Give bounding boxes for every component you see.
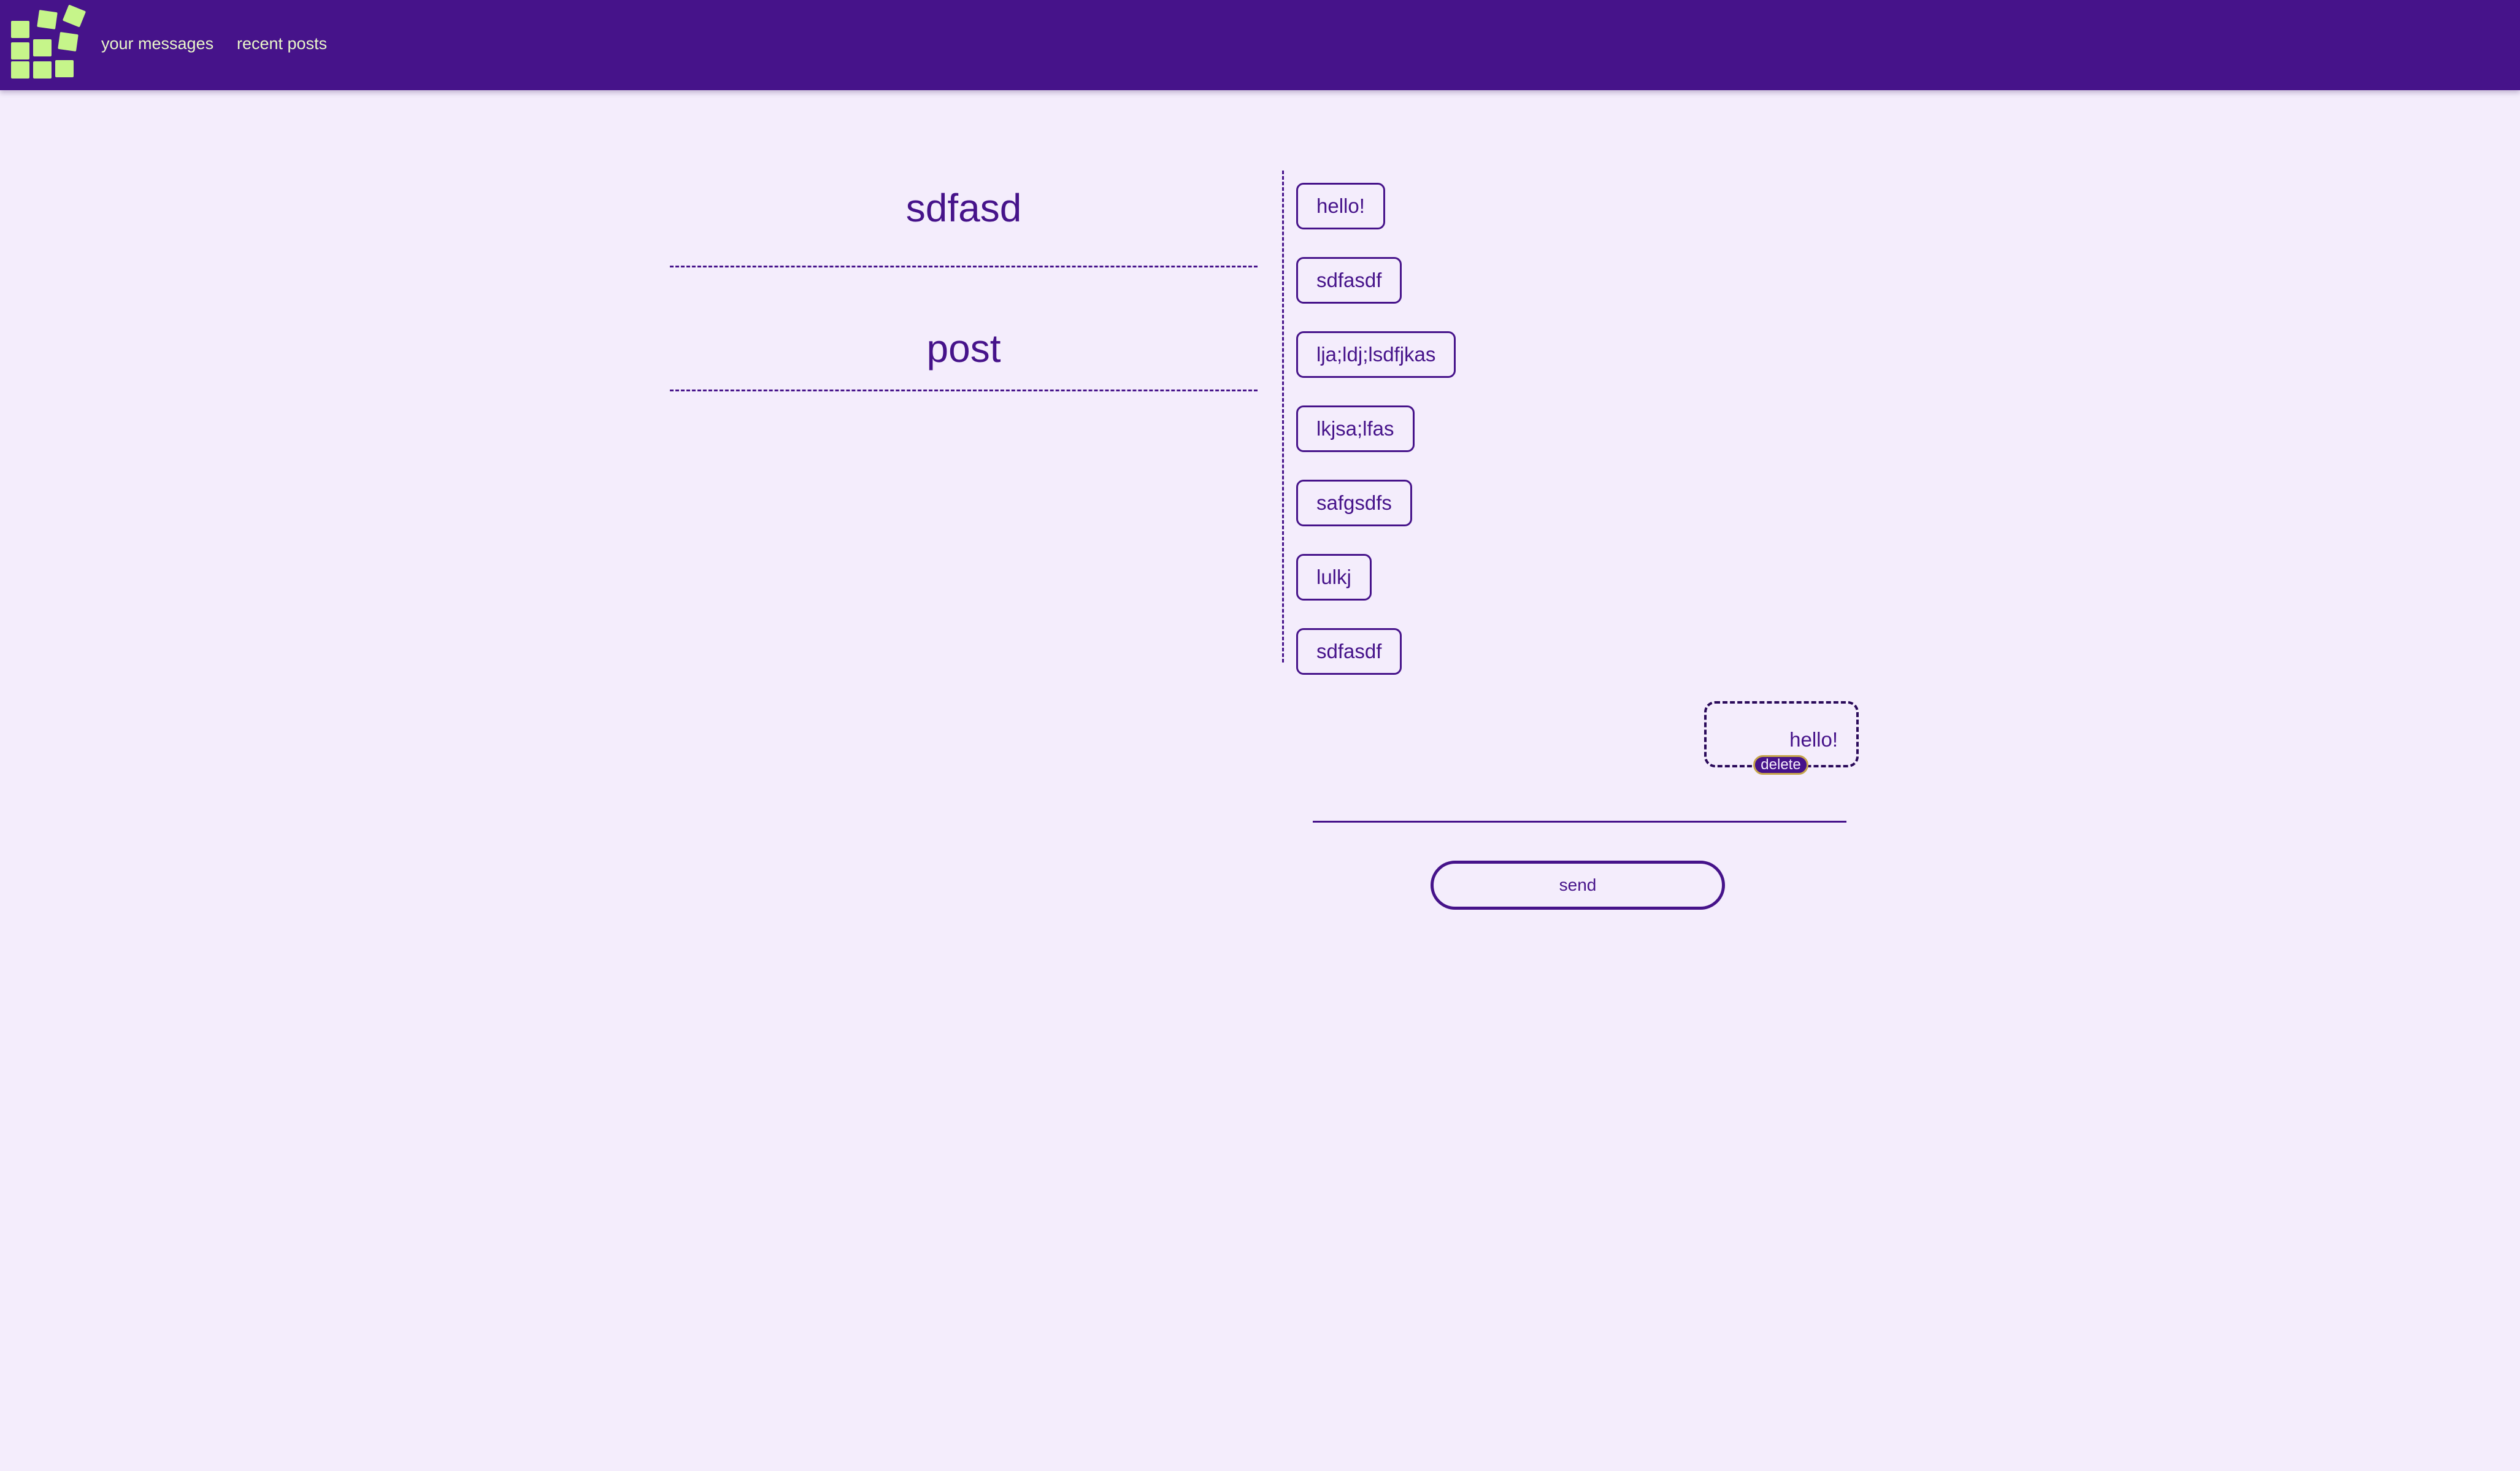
message-list: hello! sdfasdf lja;ldj;lsdfjkas lkjsa;lf… (1296, 183, 1456, 702)
delete-button[interactable]: delete (1753, 755, 1808, 775)
send-button[interactable]: send (1431, 861, 1725, 910)
message-bubble[interactable]: safgsdfs (1296, 480, 1412, 526)
message-bubble[interactable]: lulkj (1296, 554, 1372, 601)
column-divider (1282, 171, 1284, 663)
message-bubble[interactable]: sdfasdf (1296, 628, 1402, 675)
posts-list: sdfasd post (670, 172, 1258, 391)
message-input[interactable] (1313, 797, 1846, 823)
post-title[interactable]: post (670, 267, 1258, 391)
message-bubble[interactable]: sdfasdf (1296, 257, 1402, 304)
sticky-notes-logo-icon[interactable] (9, 4, 88, 80)
message-bubble[interactable]: lkjsa;lfas (1296, 405, 1415, 452)
own-message-bubble[interactable]: hello! delete (1704, 701, 1859, 775)
nav-link-your-messages[interactable]: your messages (101, 34, 213, 53)
top-nav-bar: your messages recent posts (0, 0, 2520, 90)
own-message-text: hello! (1789, 728, 1838, 751)
post-title[interactable]: sdfasd (670, 172, 1258, 267)
message-bubble[interactable]: lja;ldj;lsdfjkas (1296, 331, 1456, 378)
nav-link-recent-posts[interactable]: recent posts (237, 34, 327, 53)
message-bubble[interactable]: hello! (1296, 183, 1385, 229)
